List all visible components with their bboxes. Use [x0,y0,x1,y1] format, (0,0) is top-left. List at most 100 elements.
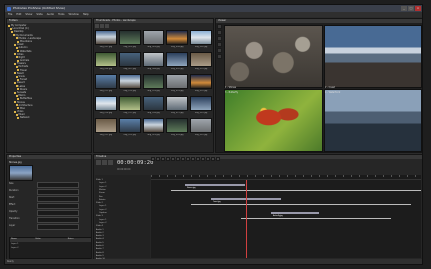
minimize-button[interactable]: _ [401,6,407,11]
thumbnail-caption: img_001.jpg [99,45,113,48]
table-row[interactable]: Layer 1 [11,243,18,245]
thumbnail-item[interactable]: img_011.jpg [95,74,117,94]
property-field[interactable] [37,210,79,216]
timeline-tool-icon[interactable] [151,156,155,161]
timeline-tool-icon[interactable] [211,156,215,161]
thumbnail-item[interactable]: img_004.jpg [166,30,189,50]
keyframe-line[interactable] [241,218,391,219]
ruler-tick [367,175,368,177]
folder-tree-item[interactable]: Network [8,116,90,119]
menu-audio[interactable]: Audio [47,12,54,17]
timeline-tool-icon[interactable] [216,156,220,161]
timeline-tool-icon[interactable] [166,156,170,161]
timeline-tool-icon[interactable] [186,156,190,161]
forward-icon[interactable] [100,24,104,28]
thumbnail-item[interactable]: img_021.jpg [95,118,117,138]
zoom-tool-icon[interactable] [217,30,222,35]
timeline-tool-icon[interactable] [171,156,175,161]
thumbnail-item[interactable]: img_019.jpg [166,96,189,116]
crop-tool-icon[interactable] [217,42,222,47]
select-tool-icon[interactable] [217,24,222,29]
thumbnail-item[interactable]: img_006.jpg [95,52,117,72]
fit-tool-icon[interactable] [217,54,222,59]
thumbnail-image [95,52,117,67]
property-field[interactable] [37,196,79,202]
property-field[interactable] [37,182,79,188]
timeline-area[interactable]: Stones.jpg Coast.jpg Butterfly.jpg [151,180,421,258]
thumbnail-item[interactable]: img_003.jpg [142,30,165,50]
rotate-tool-icon[interactable] [217,48,222,53]
viewer-image-waterfront[interactable] [324,89,422,152]
playhead[interactable] [246,180,247,258]
thumbnail-item[interactable]: img_023.jpg [142,118,165,138]
close-button[interactable]: × [415,6,421,11]
table-head-name[interactable]: Name [10,238,35,242]
thumbnail-image [166,96,189,111]
properties-file-name: Stones.jpg [9,161,22,164]
thumbnail-image [142,30,165,45]
thumbnail-item[interactable]: img_013.jpg [142,74,165,94]
timeline-tool-icon[interactable] [201,156,205,161]
thumbnail-item[interactable]: img_002.jpg [118,30,141,50]
ruler-tick [335,175,336,177]
play-button[interactable] [96,160,101,165]
timeline-tool-icon[interactable] [176,156,180,161]
menu-tools[interactable]: Tools [58,12,64,17]
thumbnail-item[interactable]: img_016.jpg [95,96,117,116]
keyframe-line[interactable] [191,204,411,205]
thumbnail-item[interactable]: img_020.jpg [190,96,212,116]
menu-file[interactable]: File [8,12,12,17]
clip-stones[interactable]: Stones.jpg [185,184,245,189]
thumbnail-item[interactable]: img_014.jpg [166,74,189,94]
record-button[interactable] [108,160,113,165]
menu-show[interactable]: Show [25,12,32,17]
clip-butterfly[interactable]: Butterfly.jpg [271,212,319,217]
thumbnail-item[interactable]: img_010.jpg [190,52,212,72]
maximize-button[interactable]: □ [408,6,414,11]
timeline-tool-icon[interactable] [156,156,160,161]
property-field[interactable] [37,224,79,230]
thumbnail-item[interactable]: img_017.jpg [118,96,141,116]
thumbnail-item[interactable]: img_005.jpg [190,30,212,50]
timeline-tool-icon[interactable] [181,156,185,161]
thumbnail-item[interactable]: img_015.jpg [190,74,212,94]
timeline-tool-icon[interactable] [161,156,165,161]
viewer-image-coast[interactable] [324,25,422,88]
thumbnail-item[interactable]: img_008.jpg [142,52,165,72]
pan-tool-icon[interactable] [217,36,222,41]
thumbnail-caption: img_017.jpg [123,111,136,114]
timeline-tool-icon[interactable] [191,156,195,161]
thumbnail-image [190,96,212,111]
keyframe-line[interactable] [171,190,421,191]
property-field[interactable] [37,189,79,195]
thumbnail-item[interactable]: img_012.jpg [118,74,141,94]
thumbnail-item[interactable]: img_001.jpg [95,30,117,50]
back-icon[interactable] [95,24,99,28]
menu-help[interactable]: Help [83,12,89,17]
folders-panel: Folders My Computer Local Disk (C:) Deskto… [6,18,92,153]
viewer-image-butterfly[interactable] [224,89,323,152]
thumbnail-item[interactable]: img_025.jpg [190,118,212,138]
thumbnail-item[interactable]: img_022.jpg [118,118,141,138]
menu-slide[interactable]: Slide [36,12,42,17]
viewer-label-3: 3 - Butterfly [225,91,239,94]
thumbnail-item[interactable]: img_009.jpg [166,52,189,72]
thumbnail-item[interactable]: img_018.jpg [142,96,165,116]
table-head-value[interactable]: Value [35,238,67,242]
menu-edit[interactable]: Edit [16,12,21,17]
viewer-image-stones[interactable] [224,25,323,88]
viewer-label-1: 1 - Stones [225,86,237,89]
timeline-tool-icon[interactable] [206,156,210,161]
timeline-tool-icon[interactable] [196,156,200,161]
table-head-notes[interactable]: Notes [68,238,91,242]
stop-button[interactable] [102,160,107,165]
view-mode-icon[interactable] [105,24,109,28]
menu-window[interactable]: Window [68,12,78,17]
property-field[interactable] [37,217,79,223]
thumbnail-item[interactable]: img_007.jpg [118,52,141,72]
app-icon [7,6,11,11]
properties-table: Name Value Notes Layer 1 Layer 2 [9,237,91,259]
thumbnail-item[interactable]: img_024.jpg [166,118,189,138]
property-field[interactable] [37,203,79,209]
table-row[interactable]: Layer 2 [11,247,18,249]
